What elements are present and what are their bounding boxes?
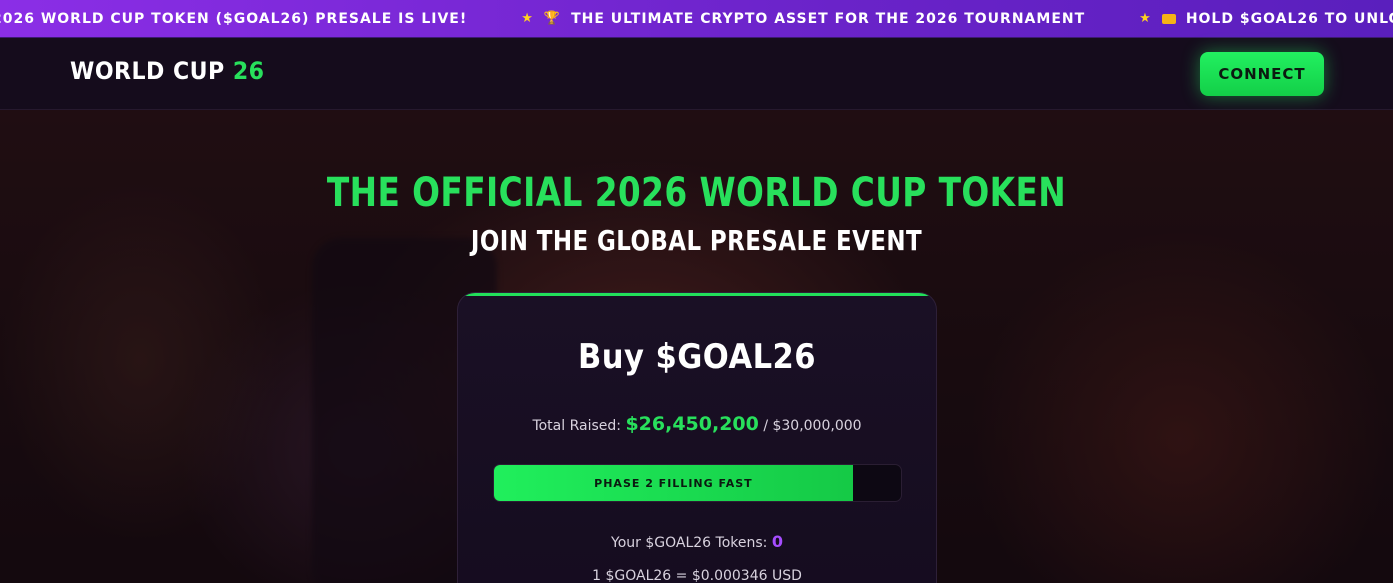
raised-amount: $26,450,200 (625, 413, 759, 435)
ticker-text: 2026 WORLD CUP TOKEN ($GOAL26) PRESALE I… (0, 10, 468, 27)
progress-label: PHASE 2 FILLING FAST (594, 476, 753, 490)
raised-label: Total Raised: (532, 418, 621, 434)
site-logo[interactable]: WORLD CUP 26 (70, 57, 264, 85)
ticker-track: 2026 WORLD CUP TOKEN ($GOAL26) PRESALE I… (0, 11, 1393, 27)
hero-title: THE OFFICIAL 2026 WORLD CUP TOKEN (326, 170, 1067, 216)
star-icon: ★ (521, 11, 534, 26)
tokens-value: 0 (771, 532, 783, 551)
total-raised: Total Raised: $26,450,200 / $30,000,000 (458, 413, 936, 435)
site-header: WORLD CUP 26 CONNECT (0, 38, 1393, 110)
ticker-item: 2026 WORLD CUP TOKEN ($GOAL26) PRESALE I… (0, 11, 467, 27)
token-price-rate: 1 $GOAL26 = $0.000346 USD (592, 568, 802, 583)
ticker-item: ★ HOLD $GOAL26 TO UNLOCK (1139, 11, 1393, 27)
ticker-item: ★ 🏆 THE ULTIMATE CRYPTO ASSET FOR THE 20… (521, 11, 1085, 27)
logo-text: WORLD CUP (70, 57, 225, 85)
connect-wallet-button[interactable]: CONNECT (1200, 52, 1324, 96)
ticker-text: THE ULTIMATE CRYPTO ASSET FOR THE 2026 T… (571, 10, 1086, 27)
star-icon: ★ (1139, 11, 1152, 26)
presale-progress-bar: PHASE 2 FILLING FAST (493, 464, 902, 502)
hero-subtitle: JOIN THE GLOBAL PRESALE EVENT (470, 224, 923, 257)
card-title: Buy $GOAL26 (577, 337, 817, 377)
presale-card: Buy $GOAL26 Total Raised: $26,450,200 / … (457, 292, 937, 583)
trophy-icon: 🏆 (543, 11, 562, 26)
announcement-ticker: 2026 WORLD CUP TOKEN ($GOAL26) PRESALE I… (0, 0, 1393, 38)
raised-goal: / $30,000,000 (763, 418, 862, 434)
user-token-balance: Your $GOAL26 Tokens: 0 (458, 532, 936, 551)
ticket-icon (1161, 13, 1176, 24)
tokens-label: Your $GOAL26 Tokens: (611, 535, 768, 551)
ticker-text: HOLD $GOAL26 TO UNLOCK (1185, 10, 1393, 27)
card-accent-line (458, 293, 936, 296)
logo-accent: 26 (232, 57, 265, 85)
